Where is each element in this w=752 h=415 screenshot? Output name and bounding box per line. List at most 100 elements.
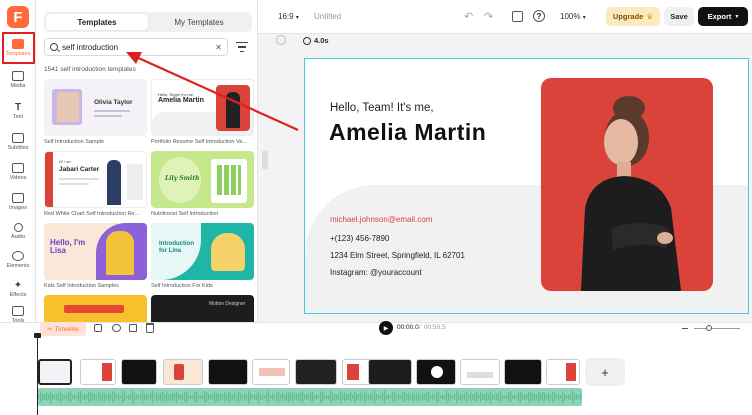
undo-icon[interactable]: ↶ [464, 10, 473, 23]
clock-icon [303, 36, 311, 45]
template-name: Lily Smith [165, 175, 200, 182]
elements-icon [12, 251, 24, 261]
aspect-ratio-select[interactable]: 16:9 ▾ [278, 12, 299, 21]
copy-icon[interactable] [129, 324, 137, 332]
template-name: Jabari Carter [59, 166, 100, 173]
split-icon[interactable] [94, 324, 102, 332]
close-icon[interactable]: ✕ [215, 43, 222, 52]
timeline-clip[interactable] [252, 359, 290, 385]
zoom-select[interactable]: 100% ▾ [560, 12, 586, 21]
timeline-toggle[interactable]: ✂ Timeline [40, 322, 86, 336]
timeline-panel: ✂ Timeline ▶ 00:00.0 / 00:50.5 + [0, 321, 752, 415]
rail-item-text[interactable]: T Text [0, 96, 36, 126]
timeline-clip[interactable] [80, 359, 116, 385]
time-separator: / [419, 324, 421, 331]
timeline-clip[interactable] [295, 359, 337, 385]
play-button[interactable]: ▶ [379, 321, 393, 335]
template-caption: Portfolio Resume Self Introduction Ve... [151, 139, 247, 145]
export-label: Export [707, 12, 732, 21]
template-caption: Self Introduction For Kids [151, 283, 213, 289]
app-logo[interactable]: F [7, 6, 29, 28]
template-card[interactable]: Introduction for Lina [151, 223, 254, 280]
chevron-down-icon: ▾ [295, 15, 299, 21]
images-icon [12, 193, 24, 203]
timeline-clip[interactable] [38, 359, 72, 385]
phone-text[interactable]: +(123) 456-7890 [330, 234, 389, 243]
zoom-slider[interactable] [694, 328, 740, 329]
scene-toggle-icon[interactable] [276, 35, 286, 45]
template-card[interactable]: Lily Smith [151, 151, 254, 208]
redo-icon[interactable]: ↷ [484, 10, 493, 23]
template-search: ✕ [44, 38, 228, 56]
tab-templates[interactable]: Templates [46, 14, 148, 30]
design-canvas[interactable]: Hello, Team! It's me, Amelia Martin mich… [304, 58, 749, 314]
timeline-clip[interactable] [546, 359, 580, 385]
timeline-clip[interactable] [504, 359, 542, 385]
zoom-slider-handle[interactable] [706, 325, 712, 331]
address-text[interactable]: 1234 Elm Street, Springfield, IL 62701 [330, 251, 465, 260]
rail-item-label: Effects [9, 292, 27, 298]
duplicate-icon[interactable] [112, 324, 121, 332]
timeline-label: Timeline [54, 325, 79, 333]
search-input[interactable] [62, 42, 212, 52]
filter-icon[interactable] [236, 42, 248, 52]
current-time: 00:00.0 [397, 324, 419, 331]
timeline-clip[interactable] [368, 359, 412, 385]
template-name: Amelia Martin [158, 97, 204, 104]
audio-waveform [38, 390, 582, 404]
template-card[interactable]: Hello, Team! It's me, Amelia Martin [151, 79, 254, 136]
screenshot-icon[interactable] [512, 11, 523, 22]
rail-item-audio[interactable]: Audio [0, 216, 36, 246]
template-card[interactable]: Motion Designer [151, 295, 254, 322]
search-icon [50, 43, 58, 51]
email-text[interactable]: michael.johnson@email.com [330, 215, 432, 224]
template-caption: Kids Self Introduction Samples [44, 283, 119, 289]
template-card[interactable]: Olivia Taylor [44, 79, 147, 136]
timeline-clip[interactable] [460, 359, 500, 385]
scene-duration[interactable]: 4.0s [303, 36, 329, 45]
timeline-clip[interactable] [208, 359, 248, 385]
template-caption: Nutritionist Self Introduction [151, 211, 219, 217]
template-caption: Red White Chart Self Introduction Re... [44, 211, 140, 217]
audio-track[interactable] [38, 388, 582, 406]
template-caption: Self Introduction Sample [44, 139, 104, 145]
chevron-down-icon: ▾ [582, 15, 586, 21]
export-button[interactable]: Export ▾ [698, 7, 748, 26]
timeline-clip[interactable] [416, 359, 456, 385]
portrait-photo[interactable] [541, 78, 713, 291]
aspect-ratio-value: 16:9 [278, 12, 294, 21]
delete-icon[interactable] [146, 323, 154, 333]
effects-icon: ✦ [13, 279, 23, 291]
chevron-down-icon: ▾ [735, 14, 739, 20]
media-icon [12, 71, 24, 81]
save-button[interactable]: Save [664, 7, 694, 26]
name-heading[interactable]: Amelia Martin [329, 119, 486, 146]
template-card[interactable] [44, 295, 147, 322]
instagram-text[interactable]: Instagram: @youraccount [330, 268, 422, 277]
template-card[interactable]: Hi! I am Jabari Carter [44, 151, 147, 208]
rail-item-label: Text [12, 114, 24, 120]
zoom-out-icon[interactable] [682, 328, 688, 329]
template-name: Motion Designer [209, 301, 246, 307]
project-title[interactable]: Untitled [314, 12, 341, 21]
rail-item-videos[interactable]: Videos [0, 157, 36, 187]
panel-collapse-handle[interactable] [262, 150, 268, 170]
greeting-text[interactable]: Hello, Team! It's me, [330, 102, 434, 114]
playhead-handle[interactable] [34, 333, 41, 338]
tab-my-templates[interactable]: My Templates [148, 14, 250, 30]
timeline-clip[interactable] [163, 359, 203, 385]
text-icon: T [14, 101, 22, 113]
rail-item-media[interactable]: Media [0, 65, 36, 95]
timeline-clip[interactable] [121, 359, 157, 385]
help-icon[interactable]: ? [533, 10, 545, 22]
rail-item-images[interactable]: Images [0, 187, 36, 217]
rail-item-elements[interactable]: Elements [0, 245, 36, 275]
template-name: Olivia Taylor [94, 99, 133, 106]
rail-item-label: Videos [9, 175, 27, 181]
upgrade-button[interactable]: Upgrade ♛ [606, 7, 660, 26]
template-name: Introduction for Lina [159, 241, 194, 255]
template-card[interactable]: Hello, I'm Lisa [44, 223, 147, 280]
add-scene-button[interactable]: + [585, 358, 625, 386]
rail-item-label: Elements [6, 263, 30, 269]
rail-item-subtitles[interactable]: Subtitles [0, 127, 36, 157]
